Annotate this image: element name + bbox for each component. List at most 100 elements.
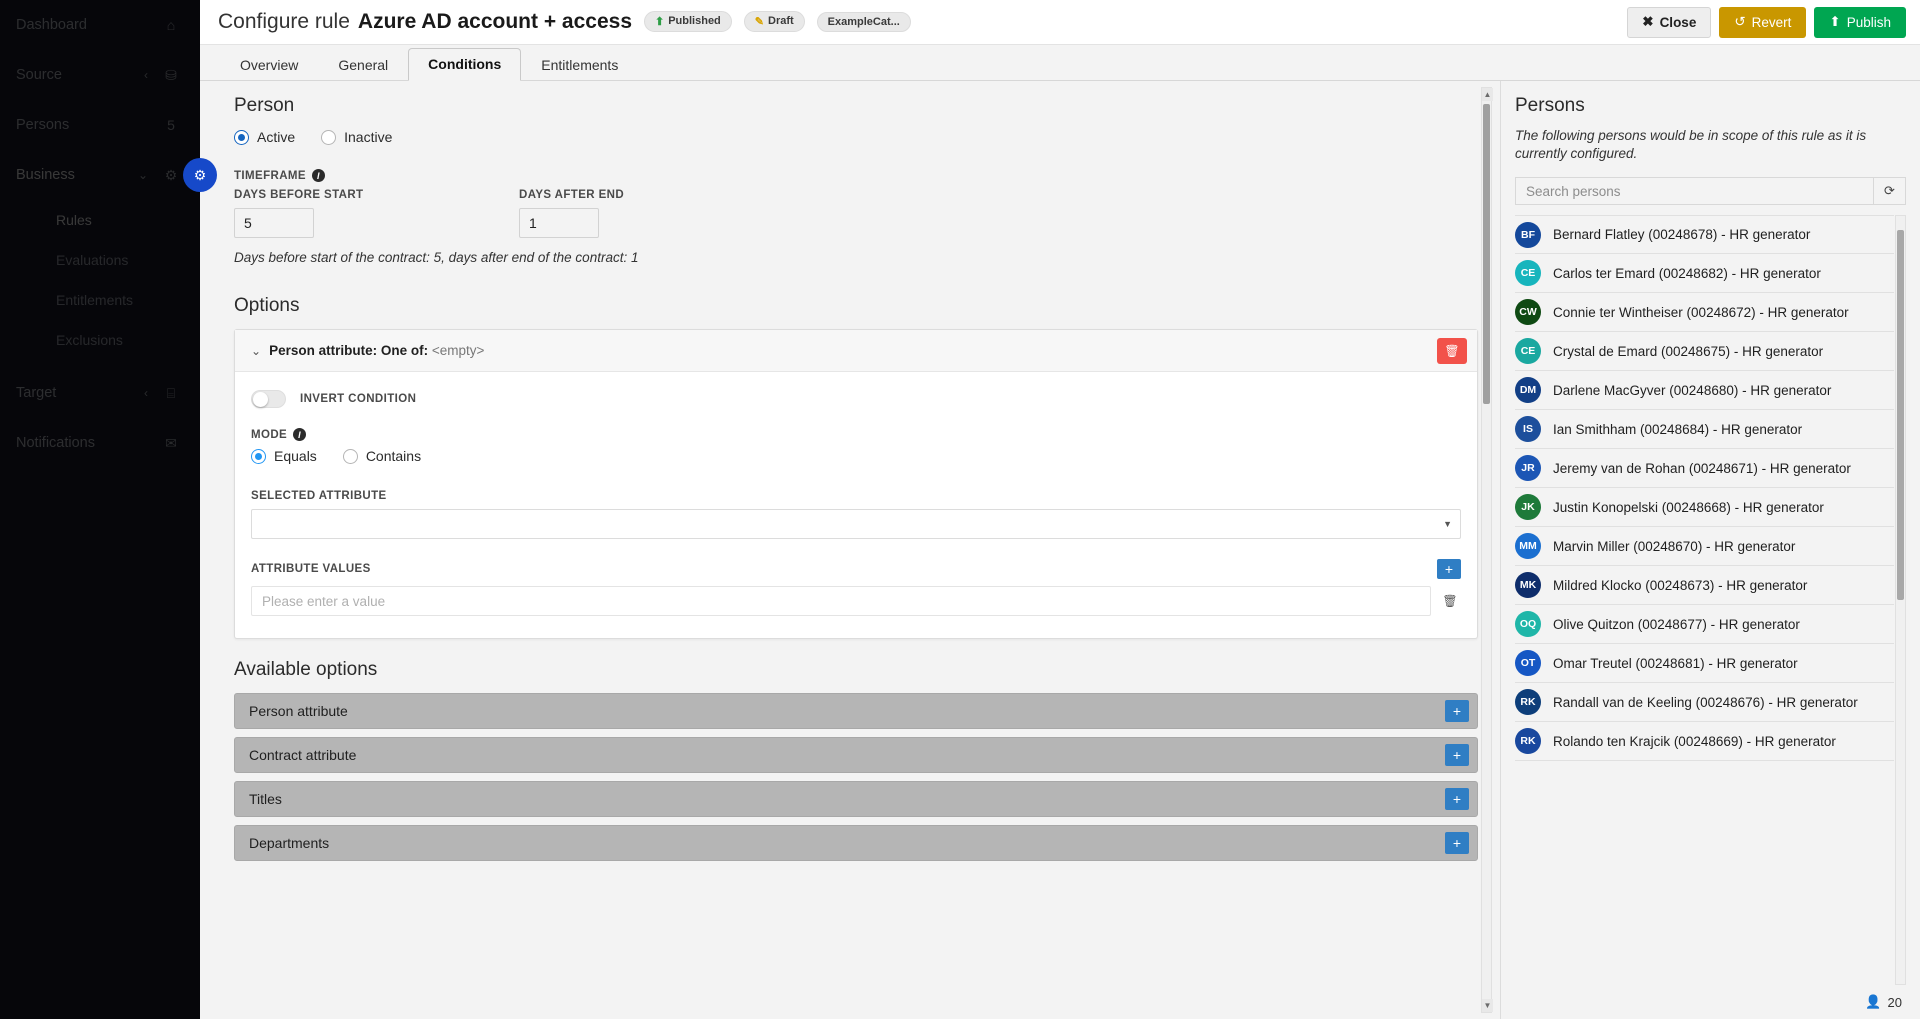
persons-scrollbar-thumb[interactable] [1897,230,1904,600]
chevron-down-icon[interactable]: ⌄ [251,344,261,358]
delete-attribute-value-button[interactable]: 🗑 [1439,590,1461,612]
scrollbar-thumb[interactable] [1483,104,1490,404]
attribute-value-input[interactable] [251,586,1431,616]
add-option-button[interactable]: + [1445,832,1469,854]
sidebar-item-dashboard[interactable]: Dashboard⌂ [0,0,200,50]
sidebar-subitem-evaluations[interactable]: Evaluations [0,240,200,280]
avatar: RK [1515,689,1541,715]
sidebar-subitem-exclusions[interactable]: Exclusions [0,320,200,360]
person-row[interactable]: RKRandall van de Keeling (00248676) - HR… [1515,683,1894,722]
person-row[interactable]: RKRolando ten Krajcik (00248669) - HR ge… [1515,722,1894,761]
condition-card-title: Person attribute: One of: <empty> [269,343,1437,358]
person-row[interactable]: CWConnie ter Wintheiser (00248672) - HR … [1515,293,1894,332]
available-option-row: Departments+ [234,825,1478,861]
invert-condition-row: INVERT CONDITION [251,390,1461,408]
person-name: Crystal de Emard (00248675) - HR generat… [1553,344,1823,359]
avatar: MK [1515,572,1541,598]
person-status-radio-group: Active Inactive [234,129,1478,145]
tab-conditions[interactable]: Conditions [408,48,521,81]
condition-card-title-value: <empty> [432,343,485,358]
person-row[interactable]: OTOmar Treutel (00248681) - HR generator [1515,644,1894,683]
days-before-start-input[interactable] [234,208,314,238]
trash-icon: 🗑 [1444,344,1459,358]
tab-entitlements[interactable]: Entitlements [521,49,638,81]
sidebar-item-label: Target [16,385,144,401]
tab-bar: OverviewGeneralConditionsEntitlements [200,45,1920,81]
content-split: Person Active Inactive TIMEFRAME [200,81,1920,1019]
sidebar-subitem-entitlements[interactable]: Entitlements [0,280,200,320]
radio-person-active[interactable]: Active [234,129,295,145]
add-option-button[interactable]: + [1445,700,1469,722]
radio-dot-contains [343,449,358,464]
person-name: Carlos ter Emard (00248682) - HR generat… [1553,266,1821,281]
person-row[interactable]: ISIan Smithham (00248684) - HR generator [1515,410,1894,449]
persons-list: BFBernard Flatley (00248678) - HR genera… [1515,215,1906,985]
sidebar-item-persons[interactable]: Persons὆5 [0,100,200,150]
add-attribute-value-button[interactable]: + [1437,559,1461,579]
attribute-value-row: 🗑 [251,586,1461,616]
scroll-down-arrow[interactable]: ▼ [1482,999,1493,1012]
chevron-icon[interactable]: ‹ [144,68,148,82]
person-row[interactable]: OQOlive Quitzon (00248677) - HR generato… [1515,605,1894,644]
person-row[interactable]: MKMildred Klocko (00248673) - HR generat… [1515,566,1894,605]
persons-search-row: ⟳ [1515,177,1906,205]
radio-dot-inactive [321,130,336,145]
close-button[interactable]: ✖ Close [1627,7,1711,38]
invert-condition-label: INVERT CONDITION [300,393,416,405]
radio-label-contains: Contains [366,448,421,464]
status-badge-draft: ✎ Draft [744,11,805,32]
pencil-icon: ✎ [755,15,764,28]
person-section-heading: Person [234,95,1478,117]
persons-panel-description: The following persons would be in scope … [1515,127,1906,163]
home-icon: ⌂ [158,17,184,33]
add-option-button[interactable]: + [1445,788,1469,810]
page-header: Configure rule Azure AD account + access… [200,0,1920,45]
radio-mode-contains[interactable]: Contains [343,448,421,464]
person-row[interactable]: JRJeremy van de Rohan (00248671) - HR ge… [1515,449,1894,488]
avatar: IS [1515,416,1541,442]
avatar: CE [1515,338,1541,364]
radio-person-inactive[interactable]: Inactive [321,129,392,145]
refresh-persons-button[interactable]: ⟳ [1874,177,1906,205]
options-section-heading: Options [234,295,1478,317]
add-option-button[interactable]: + [1445,744,1469,766]
sidebar-item-source[interactable]: Source‹⛁ [0,50,200,100]
person-row[interactable]: DMDarlene MacGyver (00248680) - HR gener… [1515,371,1894,410]
conditions-scrollbar[interactable]: ▲ ▼ [1481,87,1492,1013]
selected-attribute-select[interactable]: ▼ [251,509,1461,539]
person-name: Justin Konopelski (00248668) - HR genera… [1553,500,1824,515]
days-after-end-input[interactable] [519,208,599,238]
sidebar-item-notifications[interactable]: Notifications✉ [0,418,200,468]
days-before-start-label: DAYS BEFORE START [234,189,519,201]
info-icon-mode: i [293,428,306,441]
scroll-up-arrow[interactable]: ▲ [1482,88,1493,101]
persons-list-scrollbar[interactable] [1895,215,1906,985]
delete-condition-button[interactable]: 🗑 [1437,338,1467,364]
person-row[interactable]: CE Crystal de Emard (00248675) - HR gener… [1515,332,1894,371]
radio-mode-equals[interactable]: Equals [251,448,317,464]
publish-button[interactable]: ⬆ Publish [1814,7,1906,38]
status-badge-published-label: Published [668,15,721,27]
revert-button[interactable]: ↺ Revert [1719,7,1806,38]
selected-attribute-label: SELECTED ATTRIBUTE [251,490,1461,502]
tab-overview[interactable]: Overview [220,49,318,81]
tab-general[interactable]: General [318,49,408,81]
available-options-heading: Available options [234,659,1478,681]
person-row[interactable]: BFBernard Flatley (00248678) - HR genera… [1515,215,1894,254]
sidebar-item-business[interactable]: Business⌄⚙⚙ [0,150,200,200]
avatar: JR [1515,455,1541,481]
chevron-icon[interactable]: ‹ [144,386,148,400]
sidebar-item-label: Business [16,167,138,183]
person-row[interactable]: CECarlos ter Emard (00248682) - HR gener… [1515,254,1894,293]
search-persons-input[interactable] [1515,177,1874,205]
available-option-row: Contract attribute+ [234,737,1478,773]
timeframe-label: TIMEFRAME i [234,169,1478,182]
sidebar-subitem-rules[interactable]: Rules [0,200,200,240]
sidebar-active-badge[interactable]: ⚙ [183,158,217,192]
invert-condition-toggle[interactable] [251,390,286,408]
person-row[interactable]: MMMarvin Miller (00248670) - HR generato… [1515,527,1894,566]
person-row[interactable]: JKJustin Konopelski (00248668) - HR gene… [1515,488,1894,527]
condition-card-header[interactable]: ⌄ Person attribute: One of: <empty> 🗑 [235,330,1477,372]
chevron-icon[interactable]: ⌄ [138,168,148,182]
sidebar-item-target[interactable]: Target‹⌸ [0,368,200,418]
